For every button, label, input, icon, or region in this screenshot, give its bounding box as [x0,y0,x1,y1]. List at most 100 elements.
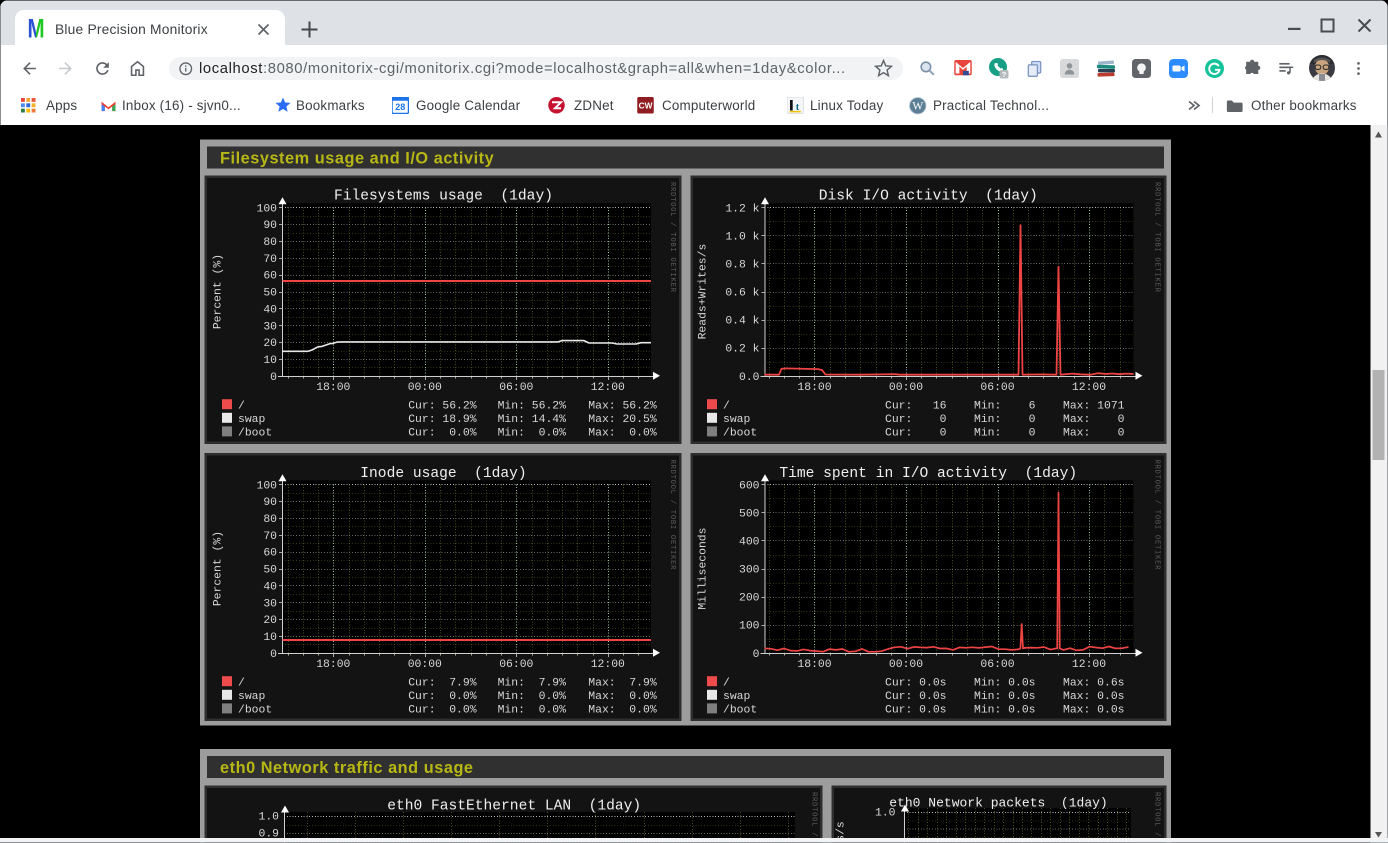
svg-text:swap: swap [238,691,266,703]
svg-text:00:00: 00:00 [889,659,923,671]
svg-text:?: ? [1002,70,1007,79]
svg-text:Cur: 0.0%: Cur: 0.0% [408,705,477,717]
svg-text:12:00: 12:00 [591,659,625,671]
svg-text:00:00: 00:00 [889,382,923,394]
svg-text:Cur: 0.0s: Cur: 0.0s [885,705,947,717]
svg-text:Cur: 0.0%: Cur: 0.0% [408,428,477,440]
svg-text:0.2 k: 0.2 k [725,344,759,356]
svg-text:Max: 0: Max: 0 [1063,428,1125,440]
svg-text:60: 60 [256,548,277,560]
svg-text:Cur: 0.0s: Cur: 0.0s [885,691,947,703]
svg-text:/: / [723,401,730,413]
svg-text:Min: 0: Min: 0 [974,428,1036,440]
svg-text:Percent (%): Percent (%) [213,531,225,606]
svg-text:Filesystems usage (1day): Filesystems usage (1day) [334,189,553,205]
svg-text:Min: 56.2%: Min: 56.2% [498,401,567,413]
svg-text:400: 400 [739,536,760,548]
svg-text:Max: 1071: Max: 1071 [1063,401,1125,413]
svg-text:Cur: 18.9%: Cur: 18.9% [408,414,477,426]
svg-text:RRDTOOL / TOBI OETIKER: RRDTOOL / TOBI OETIKER [810,792,818,843]
svg-text:00:00: 00:00 [408,382,442,394]
svg-text:Reads+Writes/s: Reads+Writes/s [698,244,710,340]
svg-text:300: 300 [739,565,760,577]
svg-text:28: 28 [395,102,405,112]
svg-text:20: 20 [256,615,277,627]
svg-text:12:00: 12:00 [1072,382,1106,394]
svg-text:18:00: 18:00 [316,382,350,394]
svg-text:swap: swap [238,414,266,426]
svg-text:500: 500 [739,508,760,520]
svg-text:40: 40 [256,304,277,316]
svg-text:Max: 7.9%: Max: 7.9% [588,678,657,690]
svg-text:20: 20 [256,338,277,350]
svg-text:12:00: 12:00 [591,382,625,394]
svg-text:Min: 0.0s: Min: 0.0s [974,691,1036,703]
svg-text:0: 0 [256,649,277,661]
svg-text:Max: 0.0%: Max: 0.0% [588,705,657,717]
svg-text:RRDTOOL / TOBI OETIKER: RRDTOOL / TOBI OETIKER [668,460,676,571]
svg-text:70: 70 [256,531,277,543]
svg-text:60: 60 [256,271,277,283]
svg-text:Filesystem usage and I/O activ: Filesystem usage and I/O activity [220,150,494,168]
svg-text:CW: CW [639,102,653,111]
svg-text:1.0: 1.0 [258,811,279,823]
svg-text:06:00: 06:00 [980,659,1014,671]
svg-text:Max: 0.0s: Max: 0.0s [1063,691,1125,703]
svg-text:30: 30 [256,321,277,333]
svg-text:swap: swap [723,414,751,426]
svg-text:eth0 Network packets (1day): eth0 Network packets (1day) [889,796,1107,811]
svg-text:80: 80 [256,237,277,249]
svg-text:Disk I/O activity (1day): Disk I/O activity (1day) [819,189,1038,205]
svg-text:18:00: 18:00 [797,659,831,671]
svg-text:0.6 k: 0.6 k [725,288,759,300]
svg-text:Milliseconds: Milliseconds [698,528,710,610]
svg-text:/: / [238,678,245,690]
svg-text:30: 30 [256,598,277,610]
svg-text:RRDTOOL / TOBI OETIKER: RRDTOOL / TOBI OETIKER [1153,182,1161,293]
svg-text:1.0 k: 1.0 k [725,231,759,243]
svg-text:10: 10 [256,632,277,644]
svg-text:Min: 6: Min: 6 [974,401,1036,413]
svg-text:/: / [723,678,730,690]
svg-text:0: 0 [739,649,760,661]
svg-text:Min: 14.4%: Min: 14.4% [498,414,567,426]
svg-text:06:00: 06:00 [499,382,533,394]
svg-text:100: 100 [739,621,760,633]
svg-text:Time spent in I/O activity (1: Time spent in I/O activity (1day) [779,466,1077,482]
svg-text:0.4 k: 0.4 k [725,316,759,328]
svg-text:600: 600 [739,480,760,492]
svg-text:/: / [238,401,245,413]
svg-text:Cur: 0: Cur: 0 [885,428,947,440]
svg-text:Cur: 0.0%: Cur: 0.0% [408,691,477,703]
svg-text:06:00: 06:00 [980,382,1014,394]
svg-text:50: 50 [256,565,277,577]
svg-text:Max: 0.0%: Max: 0.0% [588,691,657,703]
svg-text:eth0 FastEthernet LAN (1day): eth0 FastEthernet LAN (1day) [387,799,641,815]
svg-text:10: 10 [256,355,277,367]
svg-text:12:00: 12:00 [1072,659,1106,671]
svg-text:/boot: /boot [723,705,757,717]
svg-text:M: M [27,16,44,39]
svg-text:200: 200 [739,593,760,605]
svg-text:Cur: 0: Cur: 0 [885,414,947,426]
svg-text:Cur: 16: Cur: 16 [885,401,947,413]
svg-text:18:00: 18:00 [797,382,831,394]
svg-text:100: 100 [256,480,277,492]
svg-text:RRDTOOL / TOBI OETIKER: RRDTOOL / TOBI OETIKER [1153,792,1161,843]
svg-text:0.8 k: 0.8 k [725,259,759,271]
svg-text:Min: 0.0s: Min: 0.0s [974,705,1036,717]
svg-text:06:00: 06:00 [499,659,533,671]
svg-text:Min: 0: Min: 0 [974,414,1036,426]
svg-text:Min: 0.0s: Min: 0.0s [974,678,1036,690]
svg-text:Max: 0.0%: Max: 0.0% [588,428,657,440]
svg-text:/boot: /boot [238,428,272,440]
svg-text:/boot: /boot [238,705,272,717]
svg-text:Cur: 56.2%: Cur: 56.2% [408,401,477,413]
svg-text:Max: 20.5%: Max: 20.5% [588,414,657,426]
svg-text:Max: 0.6s: Max: 0.6s [1063,678,1125,690]
svg-text:80: 80 [256,514,277,526]
svg-text:eth0 Network traffic and usage: eth0 Network traffic and usage [220,759,474,777]
svg-text:1.0: 1.0 [875,807,896,819]
svg-text:Min: 0.0%: Min: 0.0% [498,705,567,717]
svg-text:00:00: 00:00 [408,659,442,671]
